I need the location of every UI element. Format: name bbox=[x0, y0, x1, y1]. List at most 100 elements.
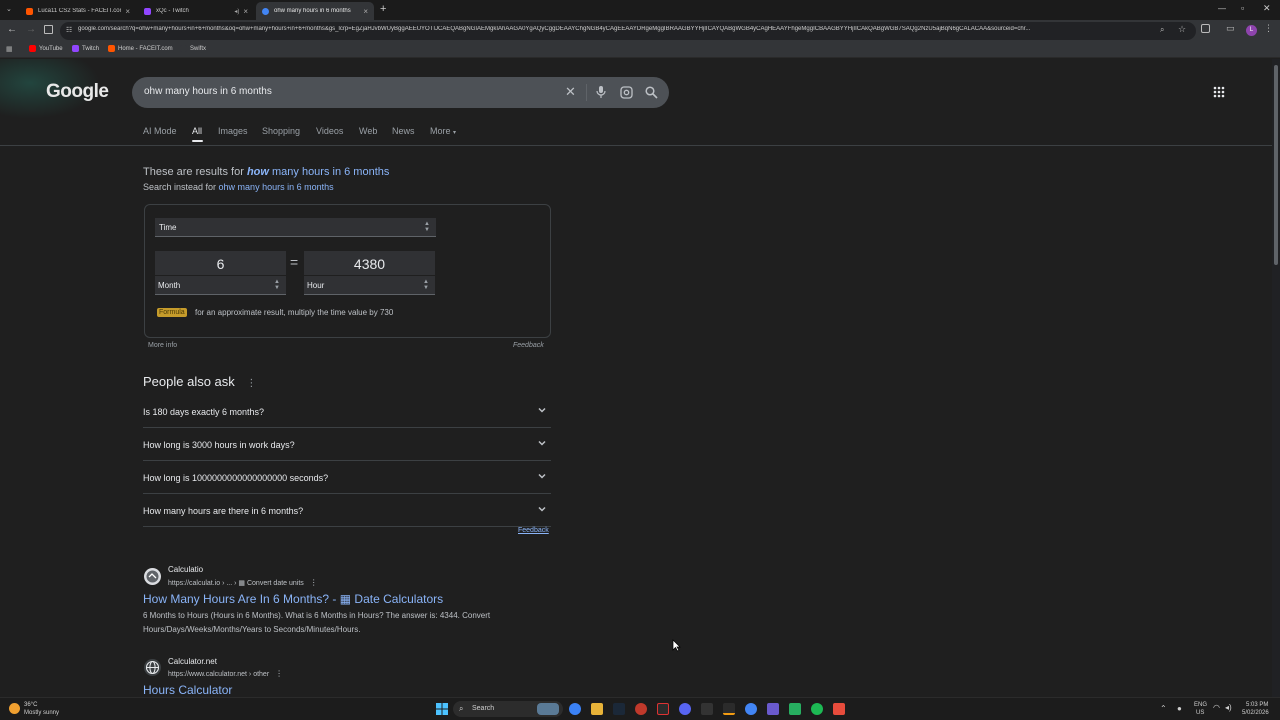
result-title-link[interactable]: How Many Hours Are In 6 Months? - ▦ Date… bbox=[143, 592, 443, 606]
site-info-icon[interactable]: ☷ bbox=[66, 26, 72, 34]
tab-images[interactable]: Images bbox=[218, 126, 248, 136]
result-url[interactable]: https://calculat.io › ... › ▦ Convert da… bbox=[168, 578, 318, 587]
profile-avatar[interactable]: L bbox=[1246, 25, 1257, 36]
paa-question[interactable]: How long is 3000 hours in work days? bbox=[143, 428, 551, 461]
tab-more[interactable]: More ▾ bbox=[430, 126, 456, 136]
tab-google-search[interactable]: ohw many hours in 6 months × bbox=[256, 2, 374, 20]
more-options-icon[interactable]: ⋮ bbox=[310, 578, 318, 587]
faceit-icon[interactable] bbox=[657, 703, 669, 715]
tab-faceit[interactable]: Luca11 CS2 Stats - FACEIT.com × bbox=[20, 2, 136, 20]
url-text[interactable]: google.com/search?q=ohw+many+hours+in+6+… bbox=[78, 26, 1148, 32]
result-site-name[interactable]: Calculatio bbox=[168, 565, 203, 574]
result-title-link[interactable]: Hours Calculator bbox=[143, 683, 232, 697]
google-logo[interactable]: Google bbox=[46, 81, 109, 103]
google-apps-icon[interactable] bbox=[1213, 86, 1225, 98]
weather-sun-icon[interactable] bbox=[9, 703, 20, 714]
bookmark-twitch[interactable]: Twitch bbox=[72, 45, 99, 52]
taskbar-search[interactable]: ⌕ Search bbox=[453, 701, 563, 717]
maximize-button[interactable]: ▫ bbox=[1241, 3, 1244, 13]
result-url[interactable]: https://www.calculator.net › other ⋮ bbox=[168, 669, 283, 678]
search-icon[interactable] bbox=[645, 86, 658, 99]
paa-question[interactable]: Is 180 days exactly 6 months? bbox=[143, 395, 551, 428]
tab-ai-mode[interactable]: AI Mode bbox=[143, 126, 177, 136]
chrome-icon[interactable] bbox=[745, 703, 757, 715]
region-indicator[interactable]: US bbox=[1196, 710, 1204, 716]
paa-question[interactable]: How long is 1000000000000000000 seconds? bbox=[143, 461, 551, 494]
more-options-icon[interactable]: ⋮ bbox=[246, 378, 256, 389]
file-explorer-icon[interactable] bbox=[591, 703, 603, 715]
app-64-icon[interactable] bbox=[635, 703, 647, 715]
bookmark-star-icon[interactable]: ☆ bbox=[1178, 24, 1186, 35]
to-value-input[interactable]: 4380 bbox=[304, 251, 435, 275]
terminal-icon[interactable] bbox=[701, 703, 713, 715]
vpn-shield-icon[interactable] bbox=[833, 703, 845, 715]
menu-dots-icon[interactable]: ⋮ bbox=[1264, 23, 1273, 34]
scrollbar-thumb[interactable] bbox=[1274, 65, 1278, 265]
calculator-net-favicon[interactable] bbox=[144, 659, 161, 676]
side-panel-icon[interactable]: ▭ bbox=[1226, 23, 1235, 34]
microphone-icon[interactable]: ● bbox=[1177, 704, 1182, 713]
clear-icon[interactable]: ✕ bbox=[565, 84, 576, 100]
clock-date[interactable]: 5/02/2026 bbox=[1242, 710, 1269, 716]
windows-start-icon[interactable] bbox=[436, 703, 448, 715]
page-scrollbar[interactable] bbox=[1272, 59, 1280, 697]
tab-all[interactable]: All bbox=[192, 126, 202, 136]
tab-news[interactable]: News bbox=[392, 126, 415, 136]
calculatio-favicon[interactable] bbox=[144, 568, 161, 585]
result-site-name[interactable]: Calculator.net bbox=[168, 657, 217, 666]
corrected-query-link[interactable]: how many hours in 6 months bbox=[247, 166, 389, 178]
more-info-link[interactable]: More info bbox=[148, 342, 177, 349]
from-unit-select[interactable]: Month ▲ ▼ bbox=[155, 276, 286, 295]
show-hidden-icons-icon[interactable]: ⌃ bbox=[1160, 704, 1167, 713]
close-icon[interactable]: × bbox=[363, 7, 368, 16]
bookmark-faceit[interactable]: Home - FACEIT.com bbox=[108, 45, 173, 52]
weather-temp[interactable]: 36°C bbox=[24, 702, 37, 708]
app-icon[interactable] bbox=[723, 703, 735, 715]
copilot-icon[interactable] bbox=[569, 703, 581, 715]
paa-feedback-link[interactable]: Feedback bbox=[518, 527, 549, 534]
converter-category-select[interactable]: Time ▲ ▼ bbox=[155, 218, 436, 237]
from-value-input[interactable]: 6 bbox=[155, 251, 286, 275]
language-indicator[interactable]: ENG bbox=[1194, 702, 1207, 708]
tab-shopping[interactable]: Shopping bbox=[262, 126, 300, 136]
back-icon[interactable]: ← bbox=[7, 24, 17, 35]
paa-question-text: Is 180 days exactly 6 months? bbox=[143, 407, 265, 417]
tab-search-icon[interactable]: ⌄ bbox=[6, 5, 12, 13]
zoom-search-icon[interactable]: ⌕ bbox=[1160, 25, 1164, 35]
bookmark-youtube[interactable]: YouTube bbox=[29, 45, 63, 52]
more-options-icon[interactable]: ⋮ bbox=[275, 669, 283, 678]
nav-divider bbox=[0, 145, 1272, 146]
discord-icon[interactable] bbox=[679, 703, 691, 715]
to-unit-select[interactable]: Hour ▲ ▼ bbox=[304, 276, 435, 295]
window-close-button[interactable]: ✕ bbox=[1263, 3, 1271, 14]
weather-desc[interactable]: Mostly sunny bbox=[24, 710, 59, 716]
address-bar[interactable]: ☷ google.com/search?q=ohw+many+hours+in+… bbox=[60, 22, 1196, 40]
search-input[interactable]: ohw many hours in 6 months bbox=[144, 86, 272, 97]
close-icon[interactable]: × bbox=[243, 7, 248, 16]
close-icon[interactable]: × bbox=[125, 7, 130, 16]
tab-web[interactable]: Web bbox=[359, 126, 377, 136]
extensions-icon[interactable] bbox=[1201, 24, 1210, 33]
forward-icon[interactable]: → bbox=[26, 24, 36, 35]
original-query-link[interactable]: ohw many hours in 6 months bbox=[219, 182, 334, 192]
paa-question[interactable]: How many hours are there in 6 months? bbox=[143, 494, 551, 527]
volume-icon[interactable]: ◂) bbox=[1225, 703, 1232, 712]
microphone-icon[interactable] bbox=[596, 85, 606, 99]
audio-icon[interactable]: ◂) bbox=[234, 8, 239, 15]
clock-time[interactable]: 5:03 PM bbox=[1246, 702, 1268, 708]
wifi-icon[interactable]: ◠ bbox=[1213, 703, 1220, 712]
bookmark-swiftx[interactable]: Swiftx bbox=[180, 45, 206, 52]
apps-grid-icon[interactable]: ▦ bbox=[6, 45, 13, 53]
notes-icon[interactable] bbox=[767, 703, 779, 715]
minimize-button[interactable]: — bbox=[1218, 4, 1226, 13]
converter-feedback-link[interactable]: Feedback bbox=[513, 342, 544, 349]
stop-loading-icon[interactable] bbox=[44, 25, 53, 34]
search-box[interactable]: ohw many hours in 6 months ✕ bbox=[132, 77, 669, 108]
spotify-icon[interactable] bbox=[811, 703, 823, 715]
steam-icon[interactable] bbox=[613, 703, 625, 715]
tab-twitch[interactable]: xQc - Twitch ◂) × bbox=[138, 2, 254, 20]
app-green-icon[interactable] bbox=[789, 703, 801, 715]
lens-icon[interactable] bbox=[620, 86, 633, 99]
tab-videos[interactable]: Videos bbox=[316, 126, 343, 136]
new-tab-button[interactable]: + bbox=[380, 3, 386, 15]
